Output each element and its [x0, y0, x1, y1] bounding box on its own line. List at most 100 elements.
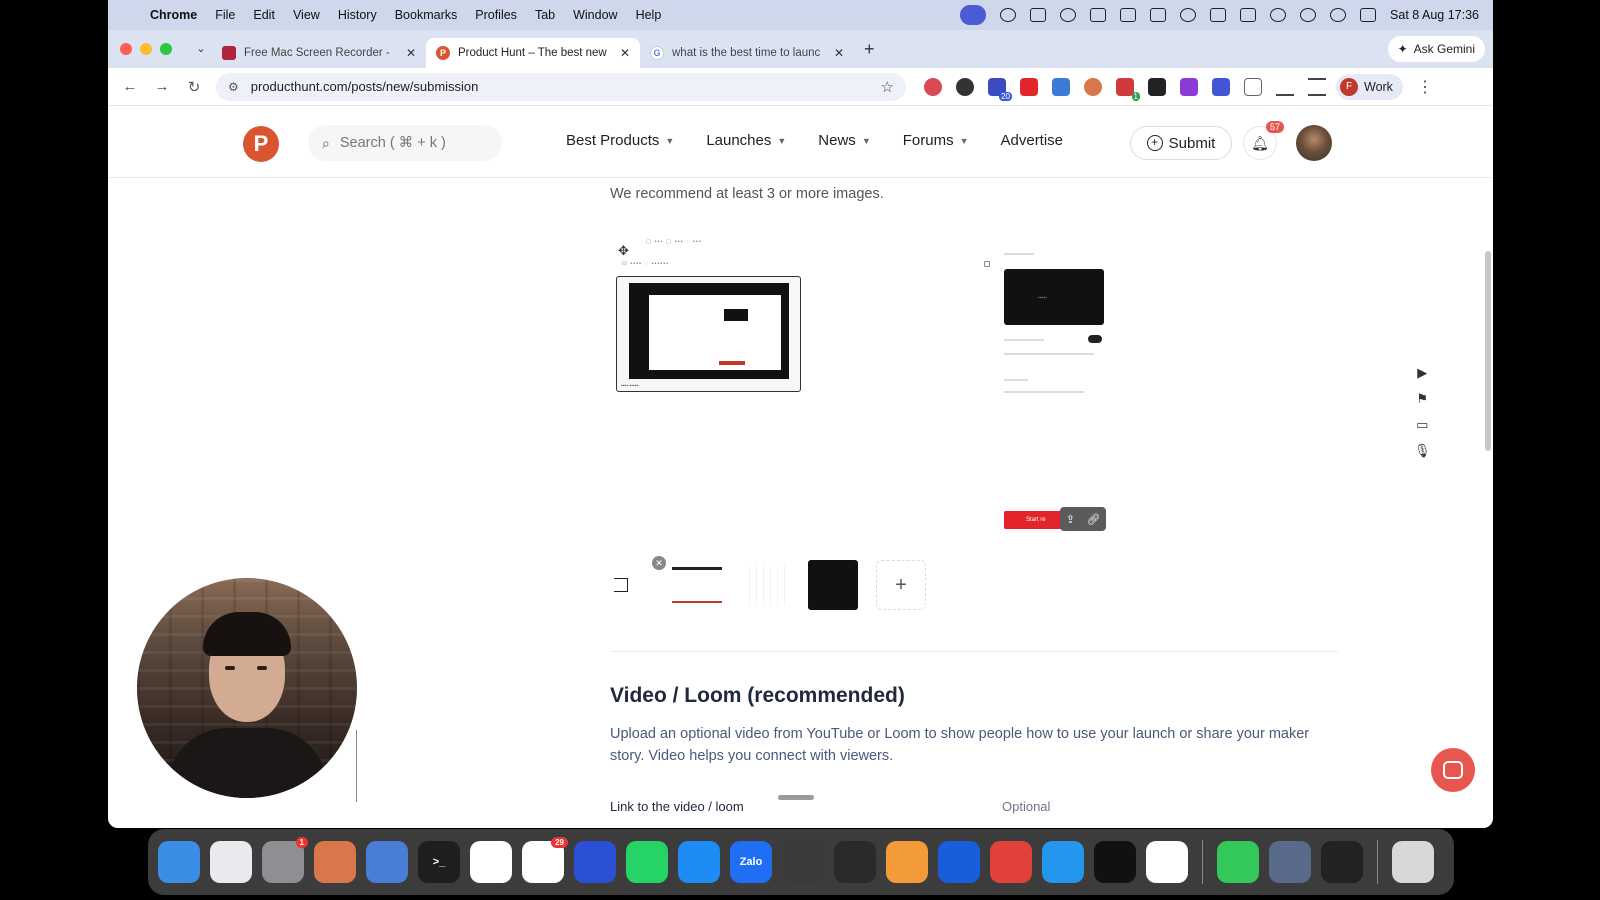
new-tab-button[interactable]: +: [864, 39, 875, 60]
product-hunt-logo[interactable]: P: [243, 126, 279, 162]
dock-bitwarden-icon[interactable]: [938, 841, 980, 883]
control-center-icon[interactable]: [1360, 8, 1377, 22]
close-tab-icon[interactable]: ✕: [834, 46, 844, 60]
zoom-window-button[interactable]: [160, 43, 172, 55]
dock-system-settings-icon[interactable]: 1: [262, 837, 308, 883]
shield-icon[interactable]: [1030, 8, 1047, 22]
dock-whatsapp-icon[interactable]: [626, 841, 668, 883]
ext-red-circle-icon[interactable]: [924, 77, 942, 96]
upload-icon[interactable]: ⇪: [1066, 513, 1075, 526]
menu-tab[interactable]: Tab: [535, 8, 555, 22]
spotlight-search-icon[interactable]: [1300, 8, 1317, 22]
microphone-icon[interactable]: 🎙︎: [1414, 443, 1431, 459]
address-bar[interactable]: ⚙ producthunt.com/posts/new/submission ☆: [216, 72, 906, 101]
drag-dot-icon[interactable]: [984, 261, 990, 267]
menu-window[interactable]: Window: [573, 8, 617, 22]
nav-best-products[interactable]: Best Products ▼: [566, 132, 674, 149]
dock-arc-icon[interactable]: [1146, 841, 1188, 883]
thumbnail-3[interactable]: [808, 560, 858, 610]
weather-icon[interactable]: [1120, 8, 1137, 22]
dock-slack-icon[interactable]: 29: [522, 837, 568, 883]
menu-history[interactable]: History: [338, 8, 377, 22]
webcam-overlay[interactable]: [137, 578, 357, 798]
dock-docker-icon[interactable]: [1042, 841, 1084, 883]
download-icon[interactable]: [1276, 78, 1294, 96]
submit-button[interactable]: + Submit: [1130, 126, 1232, 160]
close-tab-icon[interactable]: ✕: [406, 46, 416, 60]
menu-bookmarks[interactable]: Bookmarks: [395, 8, 458, 22]
thumbnail-1[interactable]: ✕: [652, 556, 722, 610]
tab-screen-recorder[interactable]: Free Mac Screen Recorder - ✕: [212, 38, 426, 68]
stats-icon[interactable]: [1090, 8, 1107, 22]
forward-arrow-icon[interactable]: →: [146, 78, 178, 95]
user-avatar[interactable]: [1296, 125, 1332, 161]
menu-app-name[interactable]: Chrome: [150, 8, 197, 22]
remove-thumbnail-icon[interactable]: ✕: [652, 556, 666, 570]
dock-chrome-icon[interactable]: [470, 841, 512, 883]
dock-launchpad-icon[interactable]: [210, 841, 252, 883]
ext-notion-icon[interactable]: [1148, 77, 1166, 96]
reading-list-icon[interactable]: [1308, 77, 1326, 96]
dock-screen-recorder-icon[interactable]: [1321, 841, 1363, 883]
ext-red-badge-icon[interactable]: 1: [1116, 77, 1140, 101]
dock-mac-app-icon[interactable]: [1269, 841, 1311, 883]
siri-icon[interactable]: [1330, 8, 1347, 22]
ext-youtube-icon[interactable]: [1020, 77, 1038, 96]
chat-support-button[interactable]: [1431, 748, 1475, 792]
flag-icon[interactable]: ⚑: [1416, 391, 1428, 407]
menu-clock[interactable]: Sat 8 Aug 17:36: [1390, 8, 1479, 22]
search-input[interactable]: ⌕ Search ( ⌘ + k ): [308, 125, 502, 161]
nav-launches[interactable]: Launches ▼: [706, 132, 786, 149]
dock-trash-icon[interactable]: [1392, 841, 1434, 883]
close-window-button[interactable]: [120, 43, 132, 55]
dock-phone-icon[interactable]: [1217, 841, 1259, 883]
profile-button[interactable]: F Work: [1336, 73, 1403, 100]
thumbnail-2[interactable]: [740, 560, 790, 610]
resize-grip[interactable]: [778, 795, 814, 800]
wifi-icon[interactable]: [1270, 8, 1287, 22]
dock-finder-icon[interactable]: [158, 841, 200, 883]
bookmark-star-icon[interactable]: ☆: [881, 78, 894, 96]
input-source-icon[interactable]: [1210, 8, 1227, 22]
ask-gemini-button[interactable]: ✦ Ask Gemini: [1387, 36, 1485, 62]
tab-search-chevron-icon[interactable]: ⌄: [190, 38, 212, 60]
back-arrow-icon[interactable]: ←: [114, 78, 146, 95]
cloud-icon[interactable]: [1000, 8, 1017, 22]
page-scrollbar[interactable]: [1485, 251, 1491, 451]
close-tab-icon[interactable]: ✕: [620, 46, 630, 60]
dock-circle-app-icon[interactable]: [1094, 841, 1136, 883]
spiral-icon[interactable]: [1060, 8, 1077, 22]
dock-spiral-app-icon[interactable]: [782, 841, 824, 883]
thumbnail-0[interactable]: [610, 560, 632, 610]
dock-red-app-icon[interactable]: [990, 841, 1032, 883]
gallery-image-2[interactable]: ▪▪▪▪▪ Start re ⇪ 🔗︎: [1004, 239, 1106, 531]
ext-blue-wave-icon[interactable]: [1212, 77, 1230, 96]
menu-edit[interactable]: Edit: [253, 8, 275, 22]
dock-audio-app-icon[interactable]: [574, 841, 616, 883]
comment-icon[interactable]: ▭: [1416, 417, 1428, 433]
battery-icon[interactable]: [1240, 8, 1257, 22]
tab-product-hunt[interactable]: P Product Hunt – The best new ✕: [426, 38, 640, 68]
play-icon[interactable]: ▶: [1417, 365, 1427, 381]
tab-google-search[interactable]: G what is the best time to launc ✕: [640, 38, 854, 68]
nav-news[interactable]: News ▼: [818, 132, 870, 149]
add-image-button[interactable]: +: [876, 560, 926, 610]
dock-zalo-icon[interactable]: Zalo: [730, 841, 772, 883]
ext-screenshot-icon[interactable]: [1052, 77, 1070, 96]
ext-claude-icon[interactable]: [1084, 77, 1102, 96]
nav-forums[interactable]: Forums ▼: [903, 132, 969, 149]
reload-icon[interactable]: ↻: [178, 78, 210, 96]
notifications-button[interactable]: 🔔︎ 57: [1243, 121, 1284, 160]
dock-terminal-icon[interactable]: >_: [418, 841, 460, 883]
mouse-icon[interactable]: [1150, 8, 1167, 22]
menu-view[interactable]: View: [293, 8, 320, 22]
menu-profiles[interactable]: Profiles: [475, 8, 517, 22]
site-settings-icon[interactable]: ⚙: [228, 80, 239, 94]
ext-home-icon[interactable]: 20: [988, 77, 1012, 101]
play-icon[interactable]: [1180, 8, 1197, 22]
ext-purple-icon[interactable]: [1180, 77, 1198, 96]
more-menu-icon[interactable]: ⋮: [1417, 77, 1433, 97]
minimize-window-button[interactable]: [140, 43, 152, 55]
dock-books-icon[interactable]: [886, 841, 928, 883]
menu-help[interactable]: Help: [636, 8, 662, 22]
